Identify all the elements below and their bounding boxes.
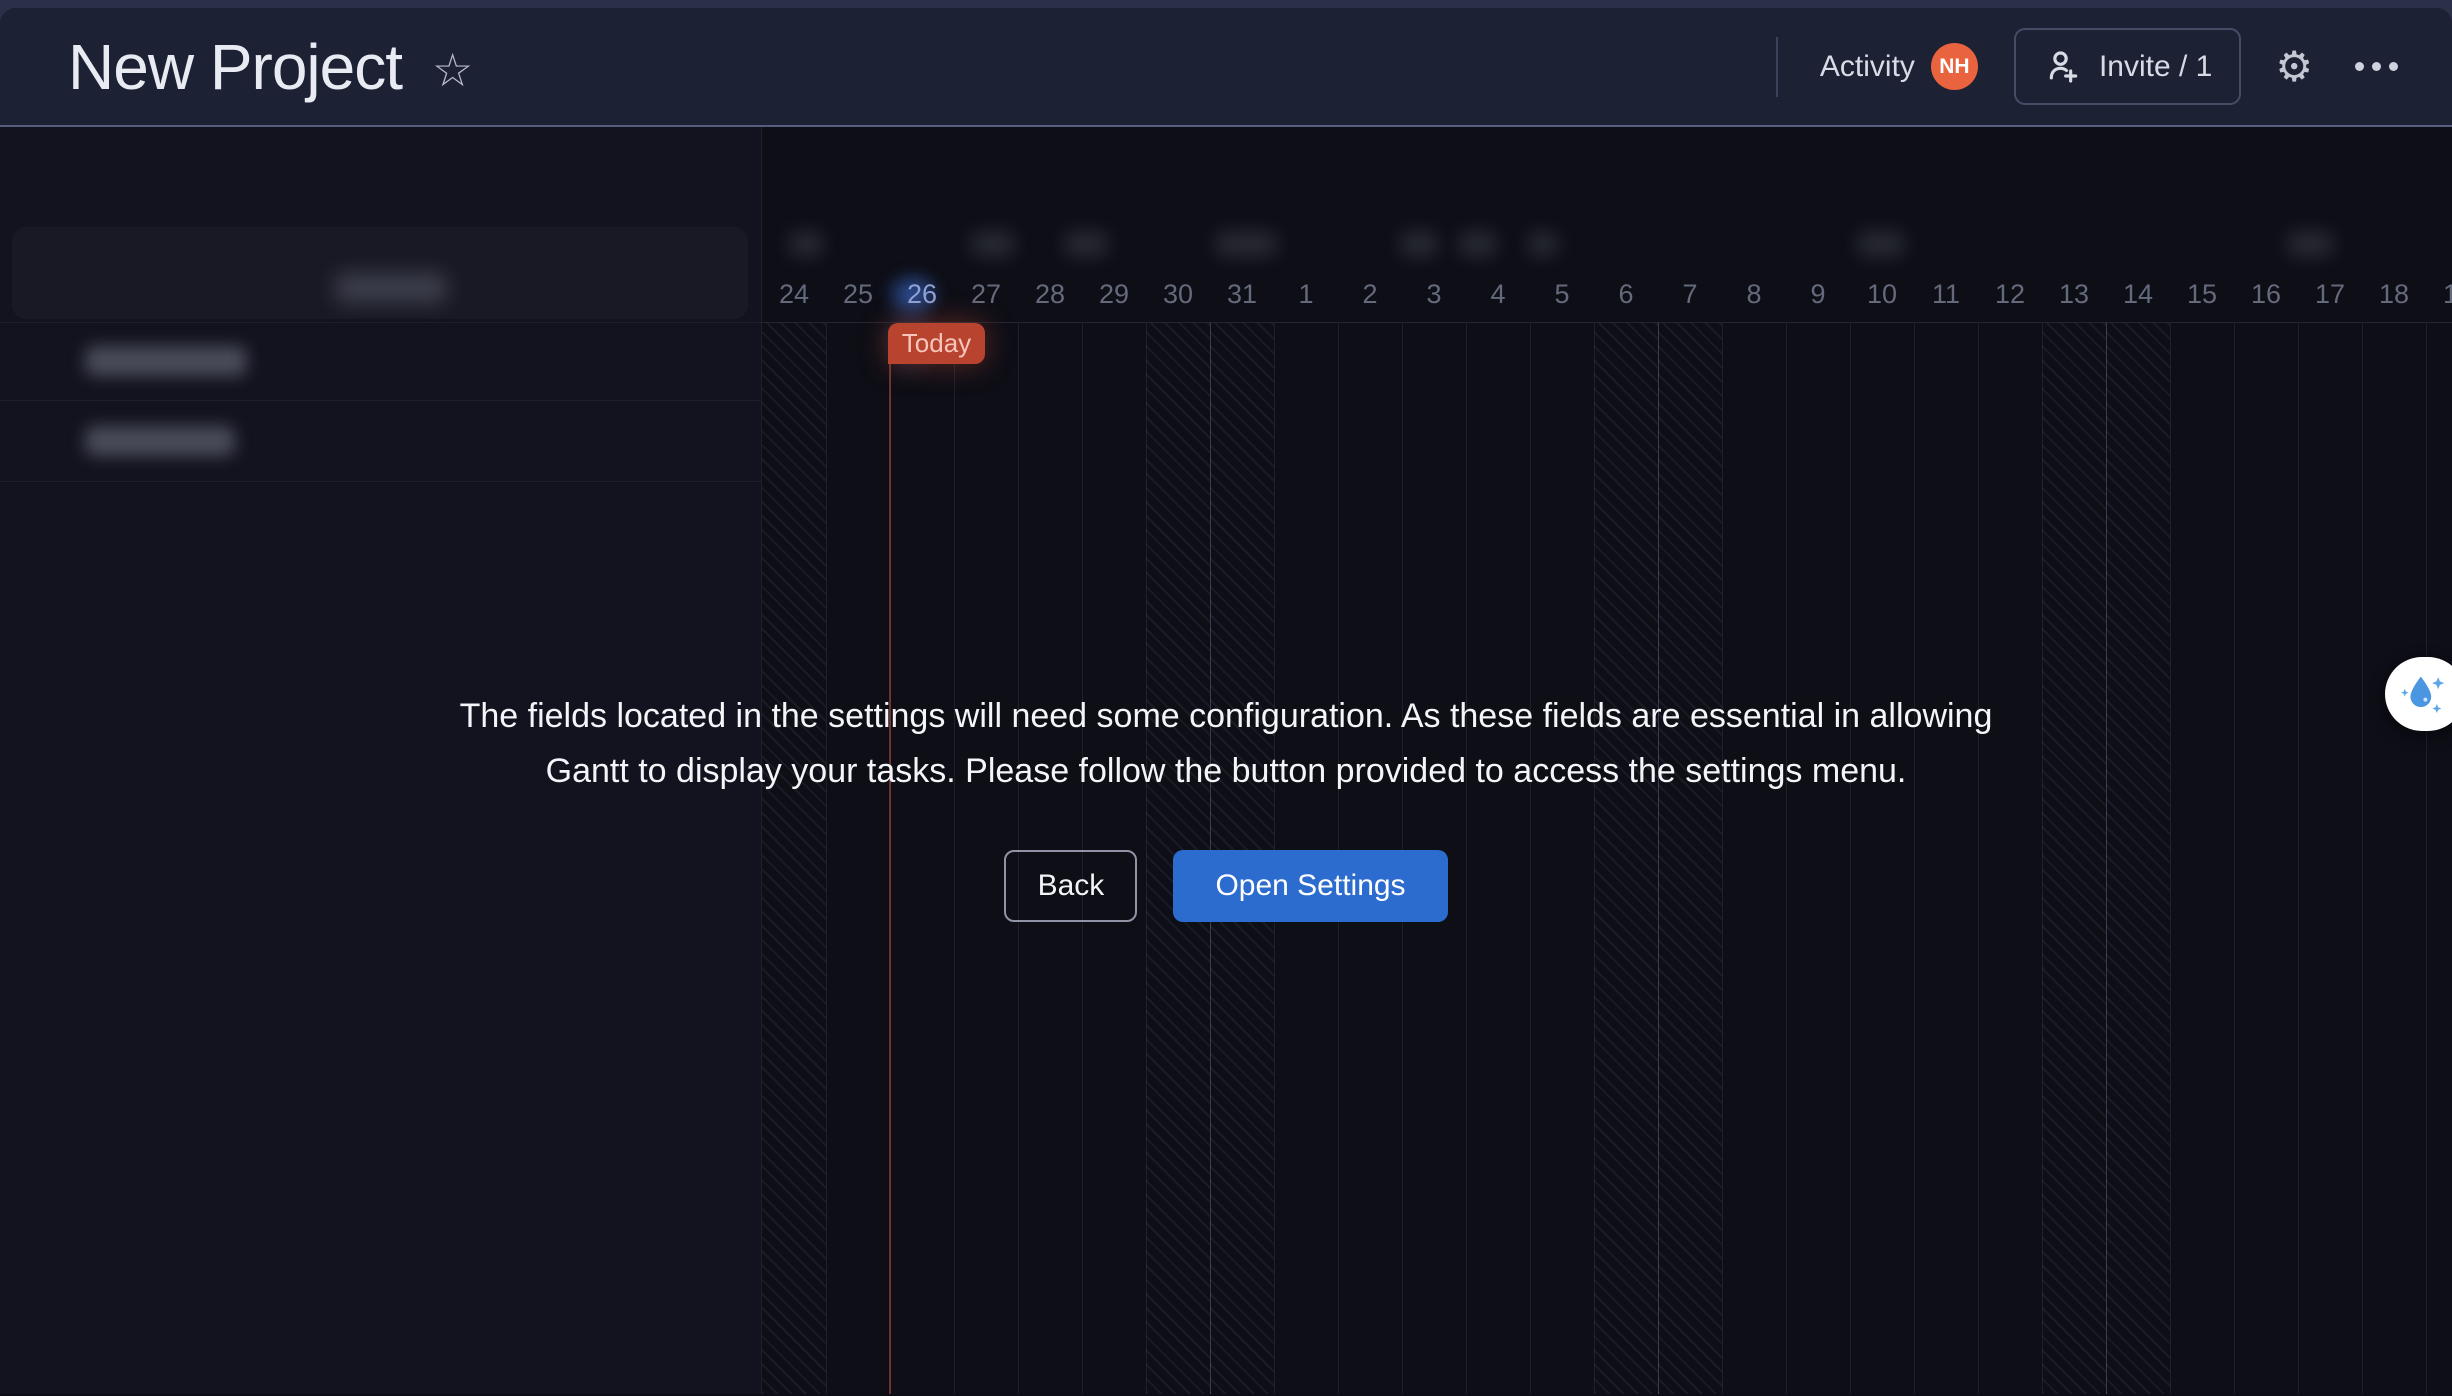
gantt-date-label: 13 (2042, 272, 2106, 316)
gantt-date-label: 12 (1978, 272, 2042, 316)
gantt-date-label: 24 (762, 272, 826, 316)
gantt-date-label: 5 (1530, 272, 1594, 316)
gantt-date-label: 18 (2362, 272, 2426, 316)
blurred-month-label (1064, 231, 1108, 257)
person-plus-icon (2043, 47, 2083, 87)
gantt-date-label: 17 (2298, 272, 2362, 316)
gantt-view: 2425262728293031123456789101112131415161… (0, 127, 2452, 1394)
gantt-date-label: 31 (1210, 272, 1274, 316)
app-window: New Project ☆ Activity NH Invite / 1 ⚙ (0, 8, 2452, 1396)
blurred-month-label (1528, 231, 1558, 257)
topbar: New Project ☆ Activity NH Invite / 1 ⚙ (0, 8, 2452, 127)
ai-assistant-button[interactable] (2385, 657, 2452, 731)
gantt-date-label: 30 (1146, 272, 1210, 316)
gantt-date-label: 9 (1786, 272, 1850, 316)
gantt-date-label: 2 (1338, 272, 1402, 316)
today-marker-pill: Today (888, 323, 985, 364)
page-title: New Project (68, 30, 402, 104)
blurred-month-label (789, 231, 823, 257)
gantt-date-label: 15 (2170, 272, 2234, 316)
gantt-date-label: 29 (1082, 272, 1146, 316)
onboarding-message-line: Gantt to display your tasks. Please foll… (0, 744, 2452, 799)
blurred-month-label (2287, 231, 2333, 257)
back-button[interactable]: Back (1004, 850, 1137, 922)
gantt-date-label: 3 (1402, 272, 1466, 316)
blurred-task-row (85, 346, 247, 376)
gantt-date-label: 4 (1466, 272, 1530, 316)
blurred-month-label (1857, 231, 1905, 257)
onboarding-message-line: The fields located in the settings will … (0, 689, 2452, 744)
avatar[interactable]: NH (1931, 43, 1978, 90)
blurred-month-label (1400, 231, 1438, 257)
blurred-month-label (1215, 231, 1277, 257)
gantt-date-label: 11 (1914, 272, 1978, 316)
gantt-date-label: 7 (1658, 272, 1722, 316)
gantt-date-label: 26 (890, 272, 954, 316)
blurred-column-title (335, 273, 447, 303)
topbar-divider (1776, 37, 1778, 97)
favorite-star-icon[interactable]: ☆ (432, 47, 473, 93)
invite-button[interactable]: Invite / 1 (2014, 28, 2241, 105)
gantt-date-label: 25 (826, 272, 890, 316)
gantt-date-label: 1 (1274, 272, 1338, 316)
gantt-date-label: 28 (1018, 272, 1082, 316)
gantt-date-label: 8 (1722, 272, 1786, 316)
blurred-month-label (1459, 231, 1497, 257)
gantt-date-label: 6 (1594, 272, 1658, 316)
gantt-date-label: 27 (954, 272, 1018, 316)
onboarding-actions: Back Open Settings (0, 850, 2452, 922)
gantt-date-label: 14 (2106, 272, 2170, 316)
more-options-icon[interactable] (2355, 62, 2398, 71)
topbar-actions: Activity NH Invite / 1 ⚙ (1776, 28, 2398, 105)
blurred-month-label (971, 231, 1015, 257)
open-settings-button[interactable]: Open Settings (1173, 850, 1447, 922)
gantt-date-label: 19 (2426, 272, 2452, 316)
settings-gear-icon[interactable]: ⚙ (2275, 46, 2313, 88)
water-drop-sparkle-icon (2397, 668, 2449, 720)
gantt-date-label: 10 (1850, 272, 1914, 316)
blurred-task-row (85, 426, 235, 456)
activity-button[interactable]: Activity (1820, 50, 1915, 84)
onboarding-message: The fields located in the settings will … (0, 689, 2452, 799)
gantt-date-label: 16 (2234, 272, 2298, 316)
invite-button-label: Invite / 1 (2099, 50, 2212, 84)
